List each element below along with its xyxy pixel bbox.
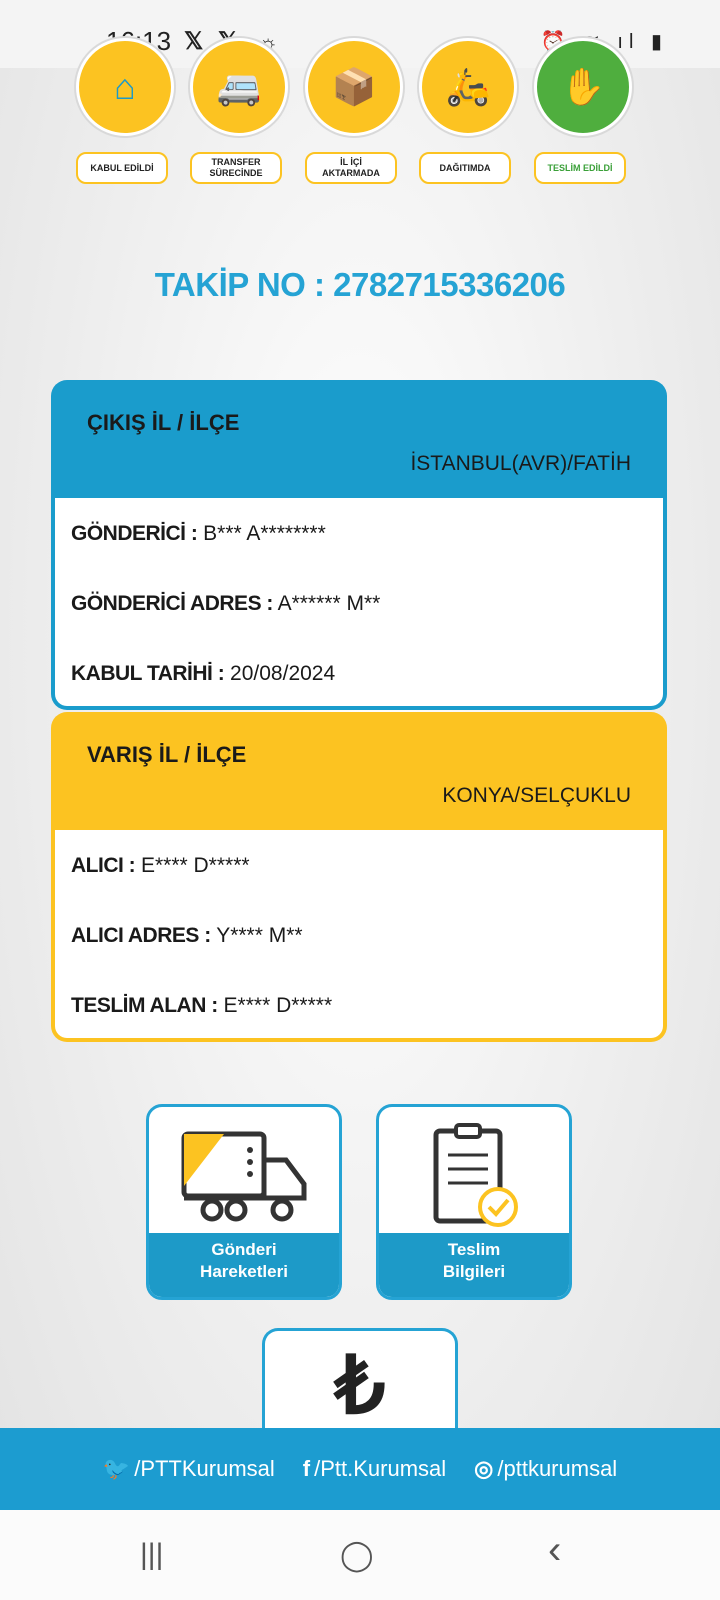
instagram-handle: /pttkurumsal [497, 1456, 618, 1481]
tile-label-line: Bilgileri [442, 1262, 506, 1281]
house-icon: ⌂ [76, 38, 174, 136]
sender-row: GÖNDERİCİ : B*** A******** [71, 522, 326, 546]
origin-header: ÇIKIŞ İL / İLÇE İSTANBUL(AVR)/FATİH [51, 380, 667, 498]
sender-value: B*** A******** [197, 522, 326, 545]
facebook-link[interactable]: f/Ptt.Kurumsal [303, 1456, 446, 1482]
receiver-label: ALICI : [71, 854, 136, 877]
destination-header: VARIŞ İL / İLÇE KONYA/SELÇUKLU [51, 712, 667, 830]
origin-place: İSTANBUL(AVR)/FATİH [410, 452, 631, 475]
delivery-info-button[interactable]: Teslim Bilgileri [376, 1104, 572, 1300]
step-label: TRANSFER SÜRECİNDE [190, 152, 282, 184]
shipment-movements-button[interactable]: Gönderi Hareketleri [146, 1104, 342, 1300]
sender-address-row: GÖNDERİCİ ADRES : A****** M** [71, 592, 380, 616]
facebook-icon: f [302, 1456, 311, 1481]
destination-title: VARIŞ İL / İLÇE [87, 742, 247, 767]
sender-address-value: A****** M** [272, 592, 381, 615]
lira-icon: ₺ [334, 1341, 386, 1428]
tile-label-line: Teslim [447, 1240, 501, 1259]
tile-label: Teslim Bilgileri [379, 1233, 569, 1297]
shipment-progress: ⌂ KABUL EDİLDİ 🚐 TRANSFER SÜRECİNDE 📦 İL… [0, 38, 720, 198]
destination-place: KONYA/SELÇUKLU [442, 784, 631, 807]
recents-button[interactable]: ||| [140, 1538, 163, 1572]
system-nav-bar: ||| ◯ ‹ [0, 1510, 720, 1600]
destination-details: ALICI : E**** D***** ALICI ADRES : Y****… [55, 830, 663, 1038]
step-label: KABUL EDİLDİ [76, 152, 168, 184]
sender-address-label: GÖNDERİCİ ADRES : [71, 592, 273, 615]
step-label: İL İÇİ AKTARMADA [305, 152, 397, 184]
tile-label-line: Gönderi [211, 1240, 277, 1259]
van-icon: 🚐 [190, 38, 288, 136]
instagram-link[interactable]: ◎/pttkurumsal [474, 1456, 617, 1482]
receiver-address-label: ALICI ADRES : [71, 924, 211, 947]
origin-title: ÇIKIŞ İL / İLÇE [87, 410, 240, 435]
home-button[interactable]: ◯ [340, 1538, 374, 1573]
destination-card: VARIŞ İL / İLÇE KONYA/SELÇUKLU ALICI : E… [51, 712, 667, 1042]
tile-label-line: Hareketleri [200, 1262, 288, 1281]
receiver-value: E**** D***** [135, 854, 250, 877]
recipient-row: TESLİM ALAN : E**** D***** [71, 994, 332, 1018]
accept-date-row: KABUL TARİHİ : 20/08/2024 [71, 662, 335, 686]
delivered-icon: ✋ [534, 38, 632, 136]
accept-date-value: 20/08/2024 [224, 662, 336, 685]
courier-icon: 📦 [305, 38, 403, 136]
step-label: DAĞITIMDA [419, 152, 511, 184]
x-app-icon: 𝕏 [184, 28, 204, 55]
sender-label: GÖNDERİCİ : [71, 522, 198, 545]
tracking-number: TAKİP NO : 2782715336206 [154, 266, 566, 303]
scooter-icon: 🛵 [419, 38, 517, 136]
instagram-icon: ◎ [474, 1456, 494, 1481]
step-label: TESLİM EDİLDİ [534, 152, 626, 184]
facebook-handle: /Ptt.Kurumsal [314, 1456, 447, 1481]
social-footer: 🐦/PTTKurumsal f/Ptt.Kurumsal ◎/pttkurums… [0, 1428, 720, 1510]
receiver-address-row: ALICI ADRES : Y**** M** [71, 924, 303, 948]
accept-date-label: KABUL TARİHİ : [71, 662, 225, 685]
recipient-value: E**** D***** [217, 994, 333, 1017]
origin-details: GÖNDERİCİ : B*** A******** GÖNDERİCİ ADR… [55, 498, 663, 706]
tile-label: Gönderi Hareketleri [149, 1233, 339, 1297]
origin-card: ÇIKIŞ İL / İLÇE İSTANBUL(AVR)/FATİH GÖND… [51, 380, 667, 710]
truck-icon [149, 1121, 339, 1231]
receiver-row: ALICI : E**** D***** [71, 854, 250, 878]
twitter-link[interactable]: 🐦/PTTKurumsal [103, 1456, 275, 1482]
twitter-icon: 🐦 [102, 1456, 131, 1481]
clipboard-check-icon [379, 1121, 569, 1231]
receiver-address-value: Y**** M** [210, 924, 303, 947]
payment-button[interactable]: ₺ [262, 1328, 458, 1428]
back-button[interactable]: ‹ [548, 1528, 561, 1573]
recipient-label: TESLİM ALAN : [71, 994, 218, 1017]
twitter-handle: /PTTKurumsal [134, 1456, 275, 1481]
